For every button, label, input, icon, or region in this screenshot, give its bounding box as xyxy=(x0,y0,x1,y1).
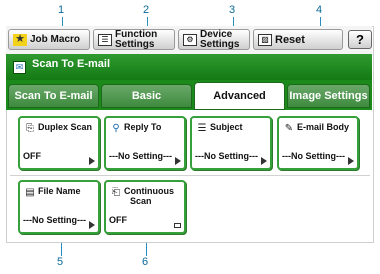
tab-image-settings[interactable]: Image Settings xyxy=(287,84,370,108)
callout-6: 6 xyxy=(142,256,149,268)
job-macro-label: Job Macro xyxy=(30,33,81,45)
subject-card[interactable]: ☰ Subject ---No Setting--- xyxy=(190,116,272,170)
callout-4: 4 xyxy=(316,4,323,16)
arrow-icon xyxy=(261,157,267,165)
reset-icon: ▨ xyxy=(258,33,272,46)
arrow-icon xyxy=(348,157,354,165)
file-name-title: File Name xyxy=(38,186,81,196)
tab-scan-to-email[interactable]: Scan To E-mail xyxy=(8,84,99,108)
star-icon: ★ xyxy=(13,33,27,46)
function-settings-button[interactable]: ☰ Function Settings xyxy=(93,29,175,50)
top-toolbar: ★ Job Macro ☰ Function Settings ⚙ Device… xyxy=(6,26,372,54)
duplex-scan-icon: ⎘ xyxy=(26,123,34,134)
function-settings-icon: ☰ xyxy=(98,33,112,46)
reply-to-value: ---No Setting--- xyxy=(109,151,172,161)
arrow-icon xyxy=(175,157,181,165)
device-settings-label-1: Device xyxy=(200,28,233,40)
person-icon: ⚲ xyxy=(112,123,120,134)
tab-advanced[interactable]: Advanced xyxy=(194,82,285,110)
callout-3: 3 xyxy=(229,4,236,16)
arrow-icon xyxy=(89,157,95,165)
divider xyxy=(10,175,370,176)
title-bar: ✉ Scan To E-mail xyxy=(6,54,372,80)
callout-2: 2 xyxy=(143,4,150,16)
file-name-value: ---No Setting--- xyxy=(23,215,86,225)
continuous-scan-title-1: Continuous xyxy=(124,186,174,196)
job-macro-button[interactable]: ★ Job Macro xyxy=(8,29,90,50)
duplex-scan-title: Duplex Scan xyxy=(38,122,93,132)
email-body-card[interactable]: ✎ E-mail Body ---No Setting--- xyxy=(277,116,359,170)
email-body-title: E-mail Body xyxy=(297,122,350,132)
duplex-scan-card[interactable]: ⎘ Duplex Scan OFF xyxy=(18,116,100,170)
function-settings-label-2: Settings xyxy=(115,38,155,50)
email-body-icon: ✎ xyxy=(284,123,294,134)
function-settings-label-1: Function xyxy=(115,28,158,40)
continuous-scan-icon: ⎗ xyxy=(112,187,120,198)
file-name-icon: ▤ xyxy=(25,187,35,198)
scan-to-email-icon: ✉ xyxy=(13,61,26,74)
reset-button[interactable]: ▨ Reset xyxy=(253,29,343,50)
page-title: Scan To E-mail xyxy=(32,58,111,70)
file-name-card[interactable]: ▤ File Name ---No Setting--- xyxy=(18,180,100,234)
subject-title: Subject xyxy=(210,122,243,132)
reset-label: Reset xyxy=(275,33,305,46)
subject-icon: ☰ xyxy=(197,123,207,134)
device-settings-label-2: Settings xyxy=(200,38,240,50)
continuous-scan-card[interactable]: ⎗ Continuous Scan OFF xyxy=(104,180,186,234)
reply-to-title: Reply To xyxy=(124,122,162,132)
reply-to-card[interactable]: ⚲ Reply To ---No Setting--- xyxy=(104,116,186,170)
email-body-value: ---No Setting--- xyxy=(282,151,345,161)
toggle-box-icon xyxy=(174,223,181,228)
arrow-icon xyxy=(89,221,95,229)
continuous-scan-value: OFF xyxy=(109,215,127,225)
help-button[interactable]: ? xyxy=(348,30,372,49)
tab-basic[interactable]: Basic xyxy=(101,84,192,108)
duplex-scan-value: OFF xyxy=(23,151,41,161)
callout-1: 1 xyxy=(58,4,65,16)
continuous-scan-title-2: Scan xyxy=(130,196,152,206)
device-settings-button[interactable]: ⚙ Device Settings xyxy=(178,29,250,50)
callout-5: 5 xyxy=(57,256,64,268)
tab-strip: Scan To E-mail Basic Advanced Image Sett… xyxy=(6,80,372,110)
device-settings-icon: ⚙ xyxy=(183,33,197,46)
subject-value: ---No Setting--- xyxy=(195,151,258,161)
